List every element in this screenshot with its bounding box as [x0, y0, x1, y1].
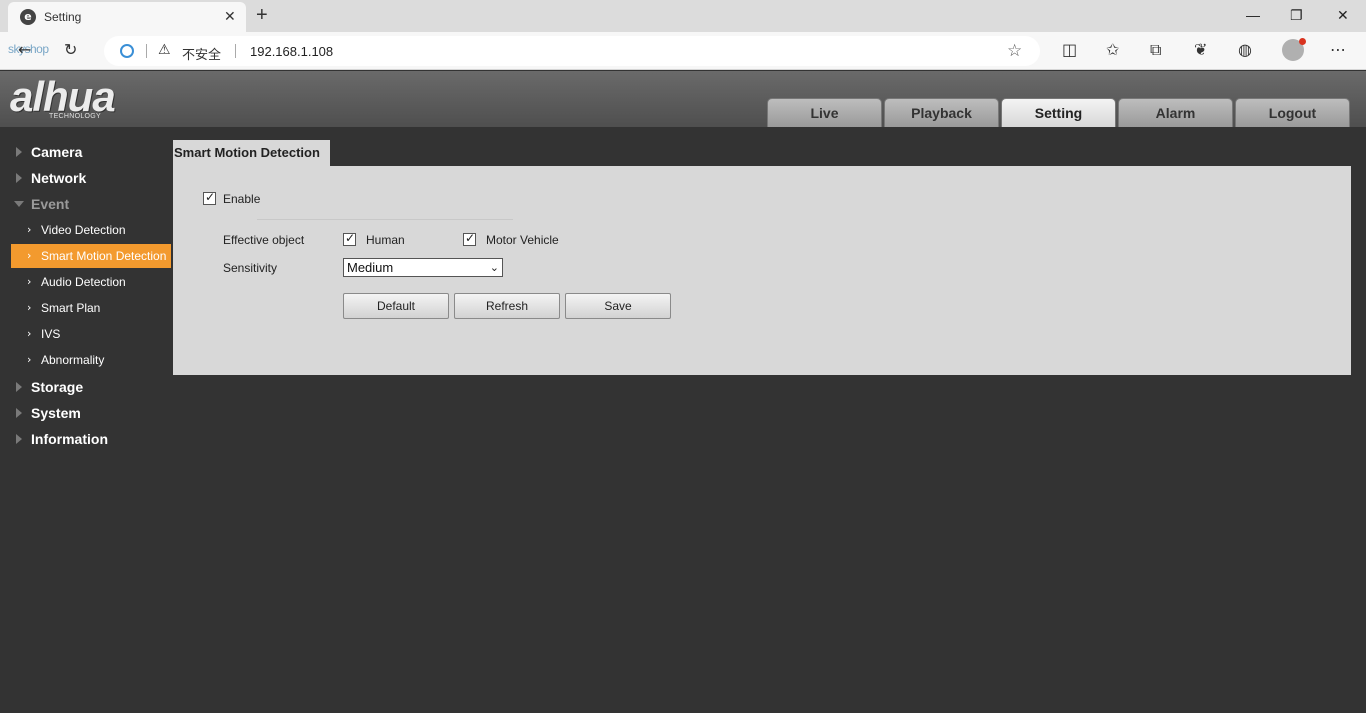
panel-title: Smart Motion Detection: [173, 140, 330, 166]
human-checkbox[interactable]: [343, 231, 356, 246]
favorite-star-icon[interactable]: ☆: [1007, 41, 1022, 61]
tab-logout[interactable]: Logout: [1235, 98, 1350, 127]
motor-vehicle-label: Motor Vehicle: [486, 233, 559, 247]
favorites-icon[interactable]: ✩: [1106, 41, 1119, 59]
extension-icon[interactable]: ❦: [1194, 41, 1207, 59]
sidebar-item-label: Video Detection: [41, 223, 126, 237]
expand-arrow-icon: [16, 173, 22, 183]
sidebar-item-smart-motion-detection[interactable]: › Smart Motion Detection: [11, 244, 171, 268]
app-header: alhua TECHNOLOGY Live Playback Setting A…: [0, 71, 1366, 127]
more-options-icon[interactable]: ⋯: [1330, 41, 1346, 59]
chevron-right-icon: ›: [27, 249, 32, 262]
default-button[interactable]: Default: [343, 293, 449, 319]
site-favicon-icon: e: [20, 9, 36, 25]
sidebar-group-storage[interactable]: Storage: [0, 374, 172, 400]
close-tab-icon[interactable]: ✕: [224, 8, 236, 24]
tab-playback[interactable]: Playback: [884, 98, 999, 127]
browser-tab[interactable]: e Setting ✕: [8, 2, 246, 32]
minimize-icon[interactable]: —: [1246, 6, 1260, 24]
enable-checkbox[interactable]: [203, 190, 216, 205]
restore-icon[interactable]: ❐: [1290, 6, 1303, 24]
browser-tab-title: Setting: [44, 10, 82, 24]
sidebar-item-video-detection[interactable]: › Video Detection: [11, 218, 171, 242]
sidebar-item-ivs[interactable]: › IVS: [11, 322, 171, 346]
address-bar[interactable]: ⚠ 不安全 192.168.1.108 ☆: [104, 36, 1040, 66]
chevron-down-icon: ⌄: [489, 261, 499, 274]
browser-tabstrip: e Setting ✕ + — ❐ ✕: [0, 0, 1366, 32]
sidebar-item-abnormality[interactable]: › Abnormality: [11, 348, 171, 372]
refresh-button[interactable]: Refresh: [454, 293, 560, 319]
chevron-right-icon: ›: [27, 353, 32, 366]
expand-arrow-icon: [16, 434, 22, 444]
motor-vehicle-checkbox[interactable]: [463, 231, 476, 246]
split-screen-icon[interactable]: ◫: [1062, 41, 1077, 59]
human-label: Human: [366, 233, 405, 247]
sensitivity-label: Sensitivity: [223, 261, 278, 275]
expand-arrow-icon: [16, 147, 22, 157]
sensitivity-value: Medium: [347, 260, 394, 275]
sidebar-group-network[interactable]: Network: [0, 165, 172, 191]
edge-sidebar-icon[interactable]: ◍: [1238, 41, 1252, 59]
sidebar-item-label: Smart Plan: [41, 301, 101, 315]
logo-subtitle: TECHNOLOGY: [49, 113, 102, 120]
divider: [257, 219, 513, 220]
settings-panel: Enable Effective object Human Motor Vehi…: [173, 166, 1351, 375]
collapse-arrow-icon: [14, 201, 24, 207]
profile-avatar[interactable]: [1282, 38, 1306, 61]
tab-live[interactable]: Live: [767, 98, 882, 127]
browser-toolbar: skyshop ← ↻ ⚠ 不安全 192.168.1.108 ☆ ◫ ✩ ⧉ …: [0, 32, 1366, 70]
effective-object-label: Effective object: [223, 233, 305, 247]
window-close-icon[interactable]: ✕: [1337, 6, 1349, 24]
enable-label: Enable: [223, 192, 261, 206]
sidebar-item-smart-plan[interactable]: › Smart Plan: [11, 296, 171, 320]
warning-icon[interactable]: ⚠: [158, 42, 171, 58]
sidebar-item-label: Audio Detection: [41, 275, 126, 289]
chevron-right-icon: ›: [27, 327, 32, 340]
address-separator: [235, 44, 236, 58]
sensitivity-select[interactable]: Medium ⌄: [343, 258, 503, 277]
collections-icon[interactable]: ⧉: [1150, 41, 1161, 59]
sidebar-group-label: Network: [31, 170, 87, 186]
save-button[interactable]: Save: [565, 293, 671, 319]
address-separator: [146, 44, 147, 58]
security-label[interactable]: 不安全: [182, 44, 221, 63]
chevron-right-icon: ›: [27, 301, 32, 314]
back-icon[interactable]: ←: [18, 41, 31, 59]
refresh-icon[interactable]: ↻: [64, 41, 77, 59]
sidebar-group-system[interactable]: System: [0, 400, 172, 426]
sidebar-group-label: Information: [31, 431, 108, 447]
sidebar-item-audio-detection[interactable]: › Audio Detection: [11, 270, 171, 294]
sidebar-group-event[interactable]: Event: [0, 191, 172, 217]
sidebar-item-label: Abnormality: [41, 353, 105, 367]
sidebar-item-label: IVS: [41, 327, 61, 341]
chevron-right-icon: ›: [27, 223, 32, 236]
tab-alarm[interactable]: Alarm: [1118, 98, 1233, 127]
site-info-icon[interactable]: [120, 44, 134, 58]
sidebar-group-label: Camera: [31, 144, 83, 160]
url-text[interactable]: 192.168.1.108: [250, 44, 333, 59]
sidebar-group-information[interactable]: Information: [0, 426, 172, 452]
sidebar-item-label: Smart Motion Detection: [41, 249, 167, 263]
tab-setting[interactable]: Setting: [1001, 98, 1116, 127]
sidebar-group-camera[interactable]: Camera: [0, 139, 172, 165]
expand-arrow-icon: [16, 408, 22, 418]
sidebar-group-label: System: [31, 405, 81, 421]
expand-arrow-icon: [16, 382, 22, 392]
new-tab-icon[interactable]: +: [256, 4, 268, 26]
sidebar-group-label: Storage: [31, 379, 84, 395]
sidebar-group-label: Event: [31, 196, 70, 212]
chevron-right-icon: ›: [27, 275, 32, 288]
